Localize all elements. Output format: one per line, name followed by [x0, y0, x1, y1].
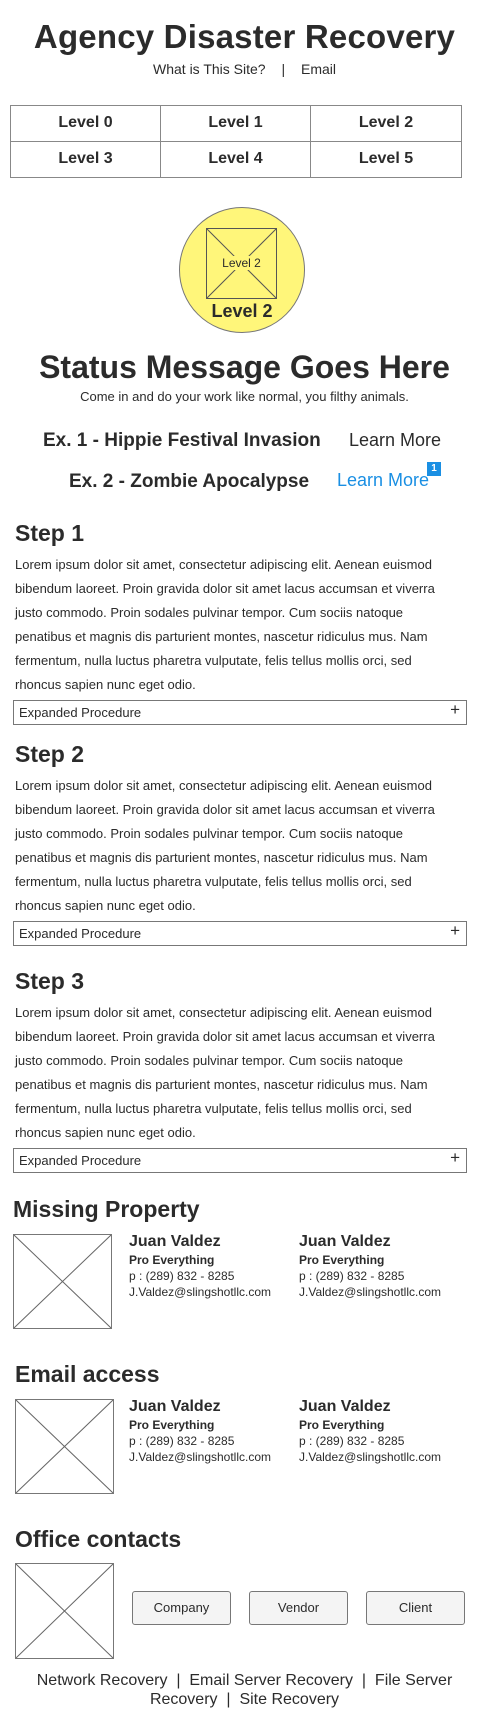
contact-role: Pro Everything — [299, 1253, 385, 1267]
contact-role: Pro Everything — [299, 1418, 385, 1432]
example-2-title: Ex. 2 - Zombie Apocalypse — [69, 471, 310, 492]
step-3-heading: Step 3 — [15, 968, 85, 994]
level-selector: Level 0 Level 1 Level 2 Level 3 Level 4 … — [10, 105, 462, 178]
contact-email[interactable]: J.Valdez@slingshotllc.com — [299, 1284, 441, 1300]
text-line: Lorem ipsum dolor sit amet, consectetur … — [15, 1005, 432, 1020]
level-4-button[interactable]: Level 4 — [161, 141, 311, 177]
image-placeholder-icon — [14, 1235, 111, 1328]
contact-card: Juan Valdez Pro Everything p : (289) 832… — [299, 1232, 441, 1300]
what-is-this-site-link[interactable]: What is This Site? — [153, 61, 266, 77]
plus-icon[interactable]: + — [450, 700, 460, 720]
contact-email[interactable]: J.Valdez@slingshotllc.com — [129, 1284, 271, 1300]
level-1-button[interactable]: Level 1 — [161, 106, 311, 142]
contact-image-placeholder — [13, 1234, 112, 1329]
contact-card: Juan Valdez Pro Everything p : (289) 832… — [129, 1397, 271, 1465]
image-placeholder-icon — [16, 1400, 113, 1493]
text-line: fermentum, nulla luctus pharetra vulputa… — [15, 1101, 412, 1116]
current-level-indicator: Level 2 Level 2 — [179, 207, 305, 333]
level-image-placeholder: Level 2 — [206, 228, 277, 299]
contact-role: Pro Everything — [129, 1418, 215, 1432]
contact-image-placeholder — [15, 1399, 114, 1494]
client-button[interactable]: Client — [366, 1591, 465, 1625]
email-access-heading: Email access — [15, 1361, 160, 1387]
email-link[interactable]: Email — [301, 61, 336, 77]
step-2-expanded-procedure[interactable]: Expanded Procedure + — [13, 921, 467, 946]
contact-phone: p : (289) 832 - 8285 — [129, 1269, 235, 1283]
text-line: fermentum, nulla luctus pharetra vulputa… — [15, 874, 412, 889]
text-line: justo commodo. Proin sodales pulvinar te… — [15, 605, 404, 620]
vendor-button[interactable]: Vendor — [249, 1591, 348, 1625]
status-message: Status Message Goes Here — [39, 349, 450, 385]
notification-badge: 1 — [427, 462, 441, 476]
level-2-button[interactable]: Level 2 — [311, 106, 461, 142]
step-1-expanded-procedure[interactable]: Expanded Procedure + — [13, 700, 467, 725]
text-line: justo commodo. Proin sodales pulvinar te… — [15, 1053, 404, 1068]
office-contacts-heading: Office contacts — [15, 1526, 182, 1552]
contact-name: Juan Valdez — [299, 1398, 391, 1415]
text-line: penatibus et magnis dis parturient monte… — [15, 850, 428, 865]
example-1-learn-more-link[interactable]: Learn More — [349, 430, 441, 451]
missing-property-heading: Missing Property — [13, 1196, 200, 1222]
contact-name: Juan Valdez — [129, 1398, 221, 1415]
page-title: Agency Disaster Recovery — [33, 18, 456, 55]
procedure-label: Expanded Procedure — [19, 1153, 142, 1168]
text-line: penatibus et magnis dis parturient monte… — [15, 1077, 428, 1092]
contact-phone: p : (289) 832 - 8285 — [299, 1434, 405, 1448]
step-3-text: Lorem ipsum dolor sit amet, consectetur … — [15, 1001, 455, 1145]
plus-icon[interactable]: + — [450, 1148, 460, 1168]
contact-email[interactable]: J.Valdez@slingshotllc.com — [299, 1449, 441, 1465]
footer-nav: Network Recovery | Email Server Recovery… — [0, 1671, 489, 1709]
plus-icon[interactable]: + — [450, 921, 460, 941]
example-2-learn-more-link[interactable]: Learn More — [337, 470, 429, 491]
procedure-label: Expanded Procedure — [19, 705, 142, 720]
step-2-text: Lorem ipsum dolor sit amet, consectetur … — [15, 774, 455, 918]
step-2-heading: Step 2 — [15, 741, 85, 767]
contact-card: Juan Valdez Pro Everything p : (289) 832… — [129, 1232, 271, 1300]
procedure-label: Expanded Procedure — [19, 926, 142, 941]
footer-links-line-1[interactable]: Network Recovery | Email Server Recovery… — [0, 1671, 489, 1690]
company-button[interactable]: Company — [132, 1591, 231, 1625]
level-3-button[interactable]: Level 3 — [11, 141, 161, 177]
step-3-expanded-procedure[interactable]: Expanded Procedure + — [13, 1148, 467, 1173]
image-placeholder-icon — [16, 1564, 113, 1658]
current-level-caption: Level 2 — [211, 301, 273, 321]
contact-name: Juan Valdez — [299, 1233, 391, 1250]
text-line: rhoncus sapien nunc eget odio. — [15, 677, 196, 692]
level-0-button[interactable]: Level 0 — [11, 106, 161, 142]
text-line: penatibus et magnis dis parturient monte… — [15, 629, 428, 644]
text-line: rhoncus sapien nunc eget odio. — [15, 1125, 196, 1140]
nav-separator: | — [281, 61, 286, 77]
text-line: rhoncus sapien nunc eget odio. — [15, 898, 196, 913]
text-line: bibendum laoreet. Proin gravida dolor si… — [15, 802, 435, 817]
contact-phone: p : (289) 832 - 8285 — [299, 1269, 405, 1283]
text-line: Lorem ipsum dolor sit amet, consectetur … — [15, 557, 432, 572]
level-image-label: Level 2 — [220, 256, 263, 270]
office-image-placeholder — [15, 1563, 114, 1659]
step-1-heading: Step 1 — [15, 520, 85, 546]
status-subtitle: Come in and do your work like normal, yo… — [80, 389, 409, 404]
text-line: fermentum, nulla luctus pharetra vulputa… — [15, 653, 412, 668]
text-line: bibendum laoreet. Proin gravida dolor si… — [15, 581, 435, 596]
contact-email[interactable]: J.Valdez@slingshotllc.com — [129, 1449, 271, 1465]
footer-links-line-2[interactable]: Recovery | Site Recovery — [0, 1690, 489, 1709]
contact-phone: p : (289) 832 - 8285 — [129, 1434, 235, 1448]
contact-card: Juan Valdez Pro Everything p : (289) 832… — [299, 1397, 441, 1465]
text-line: bibendum laoreet. Proin gravida dolor si… — [15, 1029, 435, 1044]
text-line: Lorem ipsum dolor sit amet, consectetur … — [15, 778, 432, 793]
top-nav: What is This Site? | Email — [0, 61, 489, 77]
example-1-title: Ex. 1 - Hippie Festival Invasion — [43, 430, 321, 451]
contact-role: Pro Everything — [129, 1253, 215, 1267]
contact-name: Juan Valdez — [129, 1233, 221, 1250]
level-5-button[interactable]: Level 5 — [311, 142, 461, 178]
step-1-text: Lorem ipsum dolor sit amet, consectetur … — [15, 553, 455, 697]
text-line: justo commodo. Proin sodales pulvinar te… — [15, 826, 404, 841]
